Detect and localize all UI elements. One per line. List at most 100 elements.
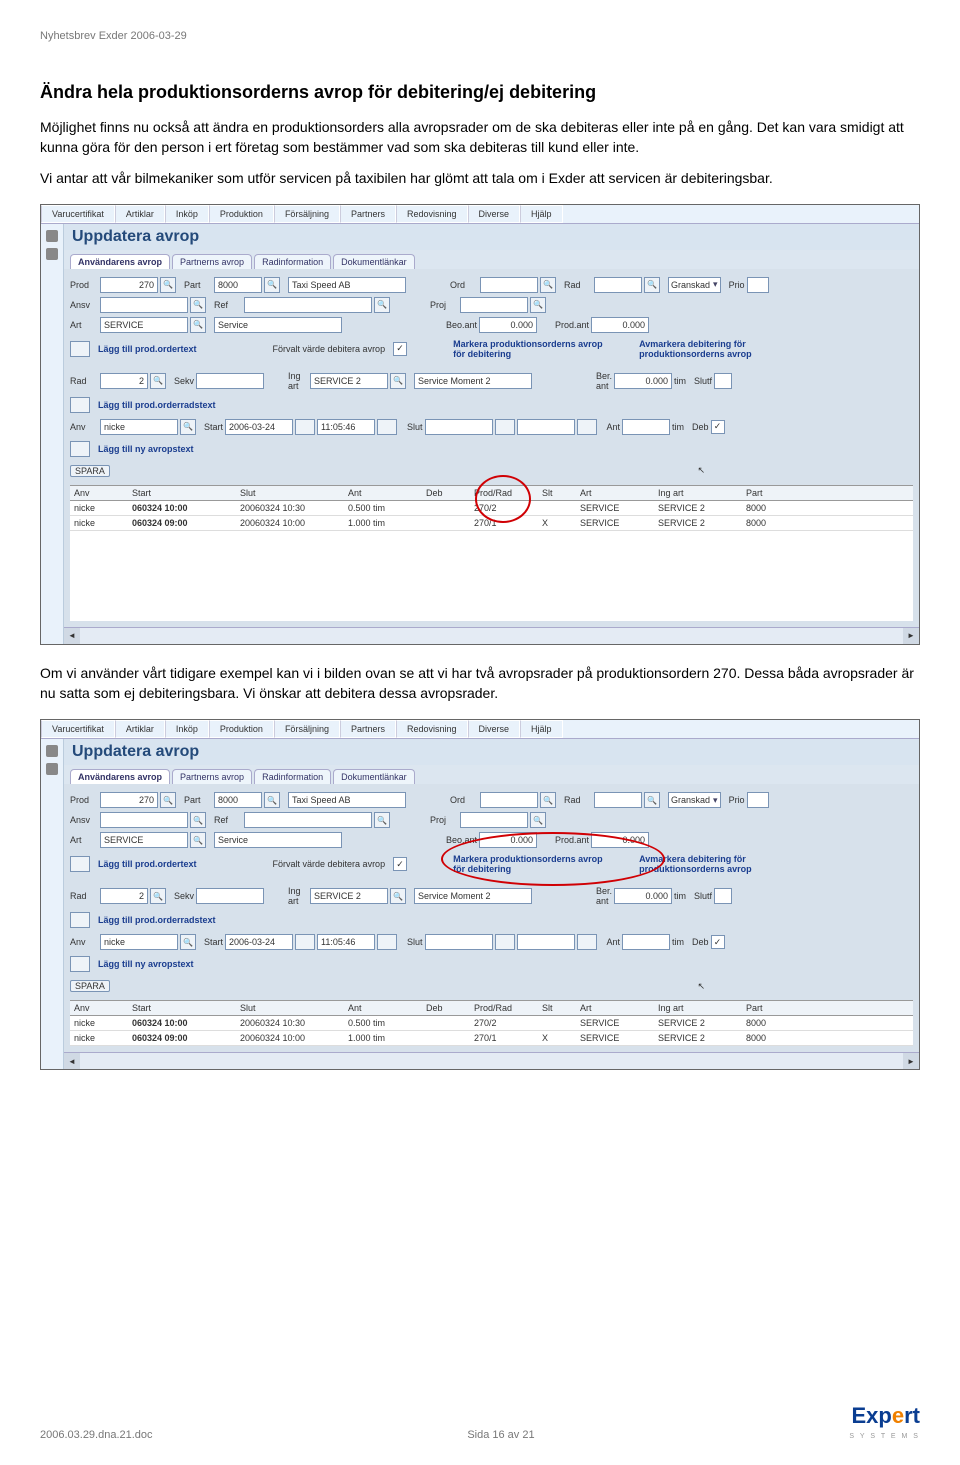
- input-art-desc[interactable]: Service: [214, 317, 342, 333]
- search-icon[interactable]: 🔍: [190, 812, 206, 828]
- input-berant[interactable]: 0.000: [614, 888, 672, 904]
- input-sekv[interactable]: [196, 373, 264, 389]
- menu-item[interactable]: Artiklar: [115, 720, 165, 738]
- tab-dokumentlankar[interactable]: Dokumentlänkar: [333, 769, 415, 784]
- menu-item[interactable]: Försäljning: [274, 205, 340, 223]
- search-icon[interactable]: 🔍: [390, 888, 406, 904]
- search-icon[interactable]: 🔍: [644, 792, 660, 808]
- input-start-time[interactable]: 11:05:46: [317, 934, 375, 950]
- input-prio[interactable]: [747, 792, 769, 808]
- text-icon[interactable]: [70, 956, 90, 972]
- input-beoant[interactable]: 0.000: [479, 317, 537, 333]
- input-sekv[interactable]: [196, 888, 264, 904]
- search-icon[interactable]: 🔍: [190, 832, 206, 848]
- input-ansv[interactable]: [100, 297, 188, 313]
- select-granskad[interactable]: Granskad: [668, 277, 721, 293]
- search-icon[interactable]: 🔍: [180, 934, 196, 950]
- search-icon[interactable]: 🔍: [160, 792, 176, 808]
- table-row[interactable]: nicke 060324 09:00 20060324 10:00 1.000 …: [70, 1031, 913, 1046]
- menu-item[interactable]: Hjälp: [520, 720, 563, 738]
- menu-item[interactable]: Partners: [340, 205, 396, 223]
- text-icon[interactable]: [70, 441, 90, 457]
- input-ingart[interactable]: SERVICE 2: [310, 888, 388, 904]
- input-proj[interactable]: [460, 812, 528, 828]
- input-ref[interactable]: [244, 297, 372, 313]
- input-rad2[interactable]: 2: [100, 373, 148, 389]
- search-icon[interactable]: 🔍: [530, 297, 546, 313]
- scrollbar[interactable]: ◄ ►: [64, 627, 919, 644]
- scroll-right-icon[interactable]: ►: [903, 628, 919, 644]
- button-spara[interactable]: SPARA: [70, 980, 110, 992]
- input-anv[interactable]: nicke: [100, 934, 178, 950]
- link-markera[interactable]: Markera produktionsorderns avrop för deb…: [453, 339, 603, 359]
- input-slutf[interactable]: [714, 888, 732, 904]
- tab-dokumentlankar[interactable]: Dokumentlänkar: [333, 254, 415, 269]
- text-icon[interactable]: [70, 856, 90, 872]
- scroll-right-icon[interactable]: ►: [903, 1053, 919, 1069]
- search-icon[interactable]: 🔍: [374, 297, 390, 313]
- search-icon[interactable]: 🔍: [160, 277, 176, 293]
- link-orderradstext[interactable]: Lägg till prod.orderradstext: [98, 915, 216, 925]
- link-orderradstext[interactable]: Lägg till prod.orderradstext: [98, 400, 216, 410]
- search-icon[interactable]: 🔍: [150, 373, 166, 389]
- clock-icon[interactable]: [577, 419, 597, 435]
- menu-item[interactable]: Artiklar: [115, 205, 165, 223]
- calendar-icon[interactable]: [495, 419, 515, 435]
- link-avropstext[interactable]: Lägg till ny avropstext: [98, 959, 194, 969]
- input-prio[interactable]: [747, 277, 769, 293]
- input-part[interactable]: 8000: [214, 792, 262, 808]
- tab-radinformation[interactable]: Radinformation: [254, 254, 331, 269]
- clock-icon[interactable]: [377, 419, 397, 435]
- search-icon[interactable]: 🔍: [264, 277, 280, 293]
- tab-partnerns-avrop[interactable]: Partnerns avrop: [172, 769, 252, 784]
- menu-item[interactable]: Diverse: [468, 205, 521, 223]
- calendar-icon[interactable]: [295, 419, 315, 435]
- search-icon[interactable]: 🔍: [374, 812, 390, 828]
- tab-anvandarens-avrop[interactable]: Användarens avrop: [70, 769, 170, 784]
- input-art-desc[interactable]: Service: [214, 832, 342, 848]
- menu-item[interactable]: Försäljning: [274, 720, 340, 738]
- text-icon[interactable]: [70, 912, 90, 928]
- list-icon[interactable]: [46, 248, 58, 260]
- link-ordertext[interactable]: Lägg till prod.ordertext: [98, 859, 197, 869]
- scroll-left-icon[interactable]: ◄: [64, 1053, 80, 1069]
- input-rad[interactable]: [594, 792, 642, 808]
- text-icon[interactable]: [70, 341, 90, 357]
- input-slutf[interactable]: [714, 373, 732, 389]
- input-ord[interactable]: [480, 792, 538, 808]
- input-ingart-desc[interactable]: Service Moment 2: [414, 888, 532, 904]
- menu-item[interactable]: Produktion: [209, 205, 274, 223]
- checkbox-forvalt[interactable]: ✓: [393, 342, 407, 356]
- table-row[interactable]: nicke 060324 10:00 20060324 10:30 0.500 …: [70, 1016, 913, 1031]
- input-part-name[interactable]: Taxi Speed AB: [288, 277, 406, 293]
- input-slut-date[interactable]: [425, 419, 493, 435]
- input-start-date[interactable]: 2006-03-24: [225, 934, 293, 950]
- search-icon[interactable]: 🔍: [264, 792, 280, 808]
- search-icon[interactable]: 🔍: [530, 812, 546, 828]
- text-icon[interactable]: [70, 397, 90, 413]
- input-berant[interactable]: 0.000: [614, 373, 672, 389]
- tab-anvandarens-avrop[interactable]: Användarens avrop: [70, 254, 170, 269]
- search-icon[interactable]: 🔍: [190, 297, 206, 313]
- menu-item[interactable]: Diverse: [468, 720, 521, 738]
- input-anv[interactable]: nicke: [100, 419, 178, 435]
- input-rad[interactable]: [594, 277, 642, 293]
- menu-item[interactable]: Hjälp: [520, 205, 563, 223]
- input-art[interactable]: SERVICE: [100, 832, 188, 848]
- search-icon[interactable]: 🔍: [540, 792, 556, 808]
- input-prod[interactable]: 270: [100, 277, 158, 293]
- search-icon[interactable]: 🔍: [180, 419, 196, 435]
- menu-item[interactable]: Inköp: [165, 720, 209, 738]
- input-ansv[interactable]: [100, 812, 188, 828]
- input-slut-date[interactable]: [425, 934, 493, 950]
- checkbox-forvalt[interactable]: ✓: [393, 857, 407, 871]
- home-icon[interactable]: [46, 745, 58, 757]
- input-start-date[interactable]: 2006-03-24: [225, 419, 293, 435]
- input-prodant[interactable]: 0.000: [591, 317, 649, 333]
- tab-radinformation[interactable]: Radinformation: [254, 769, 331, 784]
- calendar-icon[interactable]: [495, 934, 515, 950]
- link-ordertext[interactable]: Lägg till prod.ordertext: [98, 344, 197, 354]
- button-spara[interactable]: SPARA: [70, 465, 110, 477]
- input-slut-time[interactable]: [517, 934, 575, 950]
- clock-icon[interactable]: [377, 934, 397, 950]
